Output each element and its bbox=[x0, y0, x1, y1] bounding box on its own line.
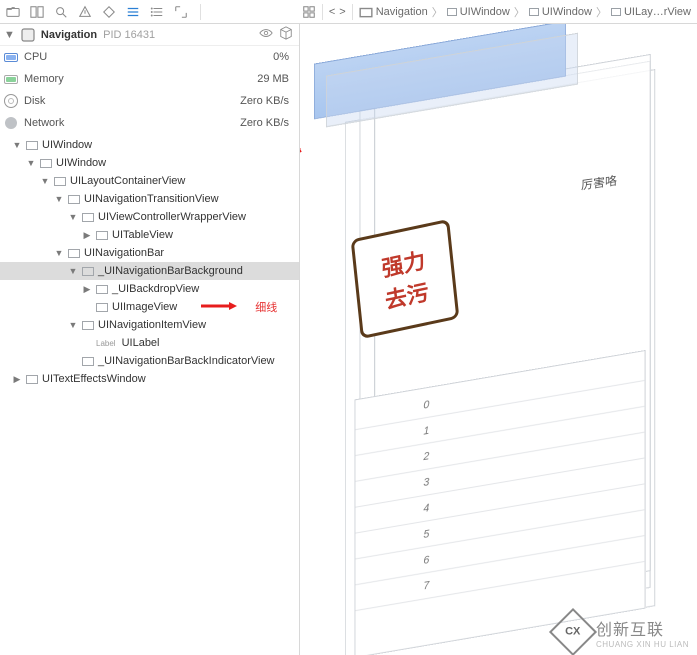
label-tag: Label bbox=[96, 339, 116, 348]
tree-label: UINavigationTransitionView bbox=[84, 193, 219, 205]
tree-label: _UINavigationBarBackground bbox=[98, 265, 243, 277]
tree-row[interactable]: ▼ UIViewControllerWrapperView bbox=[0, 208, 299, 226]
tree-row[interactable]: ▼ UINavigationItemView bbox=[0, 316, 299, 334]
top-toolbar: < > Navigation 〉 UIWindow 〉 UIWindow 〉 U… bbox=[0, 0, 697, 24]
view-icon bbox=[68, 195, 80, 204]
crumb-navigation[interactable]: Navigation bbox=[359, 5, 428, 19]
tree-row[interactable]: ▼ UINavigationBar bbox=[0, 244, 299, 262]
tree-label: UIViewControllerWrapperView bbox=[98, 211, 246, 223]
stat-disk[interactable]: Disk Zero KB/s bbox=[0, 90, 299, 112]
tree-row[interactable]: ▶ UITextEffectsWindow bbox=[0, 370, 299, 388]
disclosure-icon[interactable]: ▼ bbox=[26, 158, 36, 168]
disclosure-icon[interactable]: ▼ bbox=[54, 194, 64, 204]
disclosure-icon[interactable]: ▼ bbox=[40, 176, 50, 186]
view-icon bbox=[26, 141, 38, 150]
eye-icon[interactable] bbox=[259, 26, 273, 43]
stat-cpu[interactable]: CPU 0% bbox=[0, 46, 299, 68]
tree-label: UILayoutContainerView bbox=[70, 175, 185, 187]
tree-label: UITableView bbox=[112, 229, 173, 241]
disclosure-icon[interactable]: ▼ bbox=[68, 320, 78, 330]
disclosure-icon[interactable]: ▼ bbox=[68, 212, 78, 222]
view-icon bbox=[96, 303, 108, 312]
crumb-uiwindow-2[interactable]: UIWindow bbox=[529, 6, 592, 18]
view-icon bbox=[82, 321, 94, 330]
annotation-text: 细线 bbox=[255, 299, 277, 315]
view-icon bbox=[82, 213, 94, 222]
tree-row[interactable]: ▼ _UINavigationBarBackground bbox=[0, 262, 299, 280]
view-icon bbox=[40, 159, 52, 168]
view-icon bbox=[96, 285, 108, 294]
tree-row[interactable]: UIImageView 细线 bbox=[0, 298, 299, 316]
tableview-preview: 01234567 bbox=[354, 350, 645, 655]
crumb-uiwindow-1[interactable]: UIWindow bbox=[447, 6, 510, 18]
folder-icon[interactable] bbox=[6, 5, 20, 19]
tree-label: UIWindow bbox=[42, 139, 92, 151]
view-icon bbox=[26, 375, 38, 384]
cube-icon[interactable] bbox=[279, 26, 293, 43]
crumb-uilayer[interactable]: UILay…rView bbox=[611, 6, 691, 18]
stat-memory[interactable]: Memory 29 MB bbox=[0, 68, 299, 90]
disclosure-icon[interactable]: ▶ bbox=[82, 230, 92, 241]
align-icon[interactable] bbox=[126, 5, 140, 19]
view-hierarchy-tree: ▼ UIWindow ▼ UIWindow ▼ UILayoutContainerView… bbox=[0, 134, 299, 655]
disclosure-icon[interactable]: ▶ bbox=[82, 284, 92, 295]
grid-icon[interactable] bbox=[302, 5, 316, 19]
disclosure-icon[interactable]: ▼ bbox=[4, 29, 15, 41]
view-icon bbox=[54, 177, 66, 186]
tree-label: UINavigationBar bbox=[84, 247, 164, 259]
tree-label: UIImageView bbox=[112, 301, 177, 313]
warning-icon[interactable] bbox=[78, 5, 92, 19]
process-pid: PID 16431 bbox=[103, 29, 155, 41]
tree-row[interactable]: ▶ _UIBackdropView bbox=[0, 280, 299, 298]
tree-label: UINavigationItemView bbox=[98, 319, 206, 331]
view-preview[interactable]: 厉害咯 01234567 强力 去污 CX bbox=[300, 24, 697, 655]
tree-label: UIWindow bbox=[56, 157, 106, 169]
disclosure-icon[interactable]: ▼ bbox=[54, 248, 64, 258]
disclosure-icon[interactable]: ▼ bbox=[12, 140, 22, 150]
search-icon[interactable] bbox=[54, 5, 68, 19]
view-icon bbox=[82, 267, 94, 276]
view-icon bbox=[68, 249, 80, 258]
view-icon bbox=[96, 231, 108, 240]
tree-label: _UIBackdropView bbox=[112, 283, 199, 295]
tree-row[interactable]: _UINavigationBarBackIndicatorView bbox=[0, 352, 299, 370]
panels-icon[interactable] bbox=[30, 5, 44, 19]
process-name: Navigation bbox=[41, 29, 97, 41]
debug-navigator: ▼ Navigation PID 16431 CPU 0% Memory 29 … bbox=[0, 24, 300, 655]
expand-icon[interactable] bbox=[174, 5, 188, 19]
nav-forward[interactable]: > bbox=[339, 6, 345, 18]
tree-row[interactable]: Label UILabel bbox=[0, 334, 299, 352]
tree-row[interactable]: ▼ UINavigationTransitionView bbox=[0, 190, 299, 208]
list-icon[interactable] bbox=[150, 5, 164, 19]
disclosure-icon[interactable]: ▼ bbox=[68, 266, 78, 276]
annotation-arrow-main bbox=[300, 24, 500, 279]
annotation-arrow-small bbox=[199, 300, 239, 315]
tree-label: UILabel bbox=[122, 337, 160, 349]
tree-row[interactable]: ▼ UIWindow bbox=[0, 154, 299, 172]
tree-label: _UINavigationBarBackIndicatorView bbox=[98, 355, 275, 367]
tree-row[interactable]: ▼ UILayoutContainerView bbox=[0, 172, 299, 190]
process-header[interactable]: ▼ Navigation PID 16431 bbox=[0, 24, 299, 46]
diamond-icon[interactable] bbox=[102, 5, 116, 19]
watermark: CX 创新互联 CHUANG XIN HU LIAN bbox=[556, 615, 689, 649]
view-icon bbox=[82, 357, 94, 366]
nav-back[interactable]: < bbox=[329, 6, 335, 18]
breadcrumb: < > Navigation 〉 UIWindow 〉 UIWindow 〉 U… bbox=[302, 4, 691, 20]
stat-network[interactable]: Network Zero KB/s bbox=[0, 112, 299, 134]
tree-label: UITextEffectsWindow bbox=[42, 373, 146, 385]
disclosure-icon[interactable]: ▶ bbox=[12, 374, 22, 385]
app-icon bbox=[21, 28, 35, 42]
tree-row[interactable]: ▶ UITableView bbox=[0, 226, 299, 244]
tree-row[interactable]: ▼ UIWindow bbox=[0, 136, 299, 154]
